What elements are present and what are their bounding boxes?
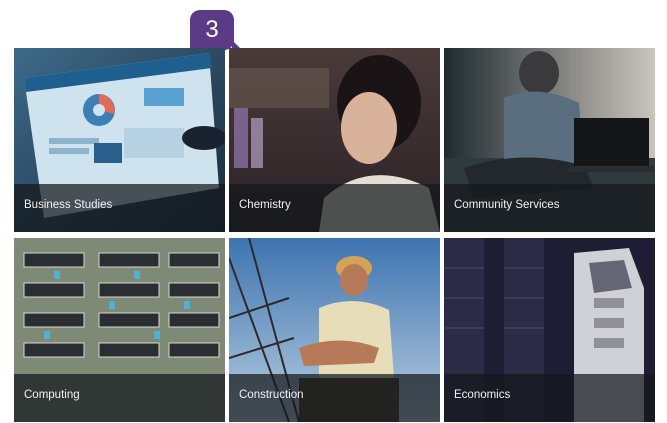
tile-chemistry[interactable]: Chemistry [229,48,440,232]
tile-caption-bar: Economics [444,374,655,422]
tile-caption-bar: Community Services [444,184,655,232]
tile-computing[interactable]: Computing [14,238,225,422]
tile-label: Community Services [454,199,560,211]
step-number: 3 [205,16,219,43]
tile-business-studies[interactable]: Business Studies [14,48,225,232]
tile-label: Chemistry [239,199,291,211]
tile-caption-bar: Construction [229,374,440,422]
tile-community-services[interactable]: Community Services [444,48,655,232]
course-category-grid: Business Studies Chemistry Community Ser… [14,48,655,422]
tile-label: Business Studies [24,199,113,211]
tile-economics[interactable]: Economics [444,238,655,422]
tile-caption-bar: Chemistry [229,184,440,232]
step-number-badge: 3 [190,10,242,50]
tile-label: Economics [454,389,511,401]
tile-label: Computing [24,389,80,401]
tile-caption-bar: Business Studies [14,184,225,232]
tile-label: Construction [239,389,304,401]
tile-caption-bar: Computing [14,374,225,422]
tile-construction[interactable]: Construction [229,238,440,422]
